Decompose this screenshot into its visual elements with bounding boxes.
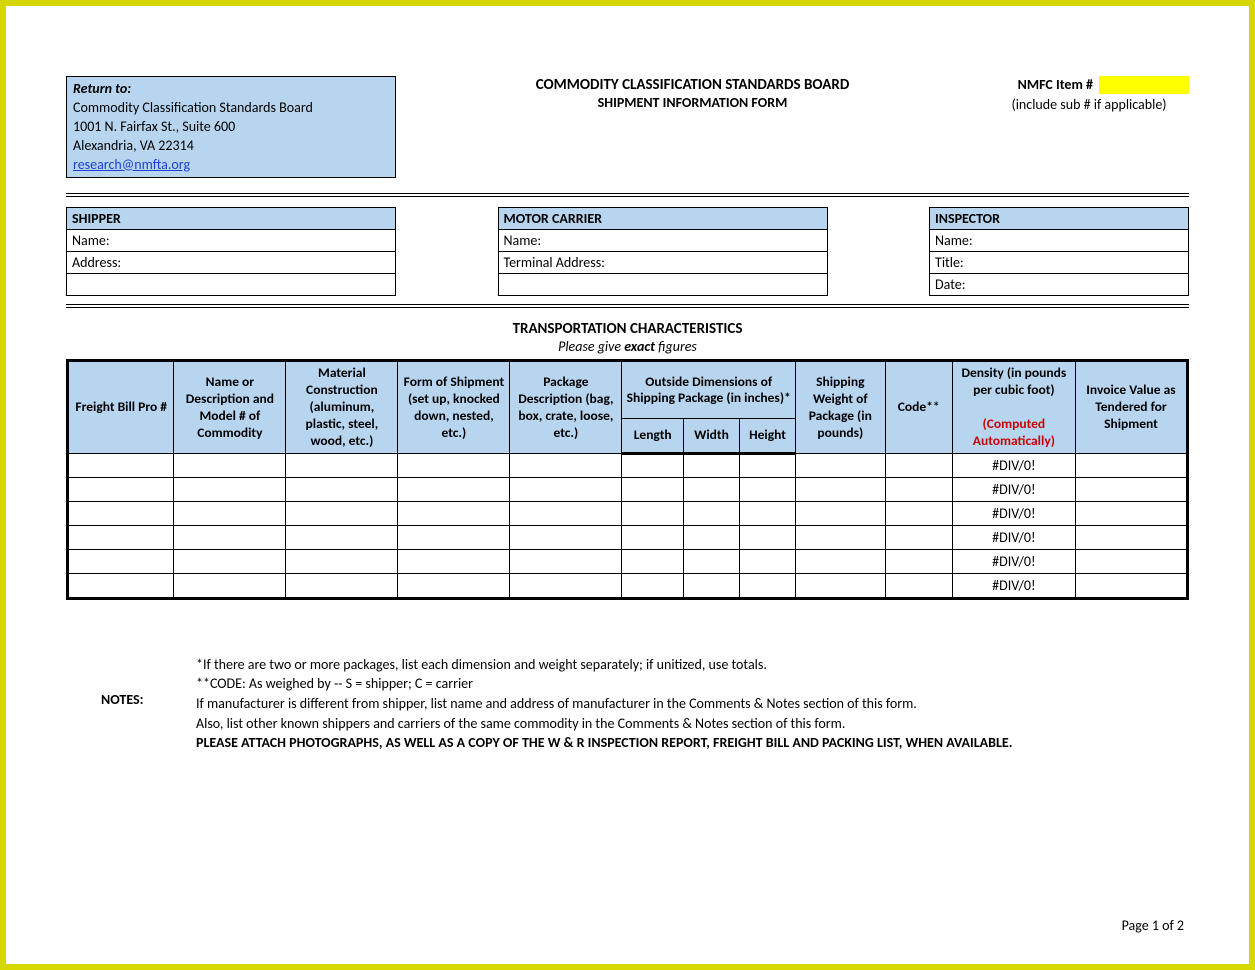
table-row[interactable]: #DIV/0! [68,477,1188,501]
col-length: Length [622,419,684,454]
return-to-box: Return to: Commodity Classification Stan… [66,76,396,178]
sub-suffix: figures [655,338,697,355]
shipper-address[interactable]: Address: [67,252,396,274]
col-density: Density (in pounds per cubic foot) (Comp… [952,361,1075,453]
section-sub: Please give exact figures [66,338,1189,355]
note-4: Also, list other known shippers and carr… [196,714,1189,734]
divider [66,193,1189,197]
note-1: *If there are two or more packages, list… [196,655,1189,675]
density-cell: #DIV/0! [952,573,1075,598]
party-boxes: SHIPPER Name: Address: MOTOR CARRIER Nam… [66,207,1189,296]
nmfc-label: NMFC Item # [1018,76,1093,93]
inspector-name[interactable]: Name: [930,230,1189,252]
carrier-box: MOTOR CARRIER Name: Terminal Address: [498,207,828,296]
return-org: Commodity Classification Standards Board [73,99,389,118]
col-form: Form of Shipment (set up, knocked down, … [398,361,510,453]
col-code: Code** [885,361,952,453]
col-name: Name or Description and Model # of Commo… [174,361,286,453]
col-package: Package Description (bag, box, crate, lo… [510,361,622,453]
table-row[interactable]: #DIV/0! [68,573,1188,598]
characteristics-table: Freight Bill Pro # Name or Description a… [66,359,1189,599]
col-weight: Shipping Weight of Package (in pounds) [795,361,885,453]
col-invoice: Invoice Value as Tendered for Shipment [1075,361,1187,453]
nmfc-item-field[interactable] [1099,76,1189,94]
carrier-name[interactable]: Name: [498,230,827,252]
col-material: Material Construction (aluminum, plastic… [286,361,398,453]
inspector-date[interactable]: Date: [930,274,1189,296]
carrier-blank[interactable] [498,274,827,296]
carrier-address[interactable]: Terminal Address: [498,252,827,274]
document-title: COMMODITY CLASSIFICATION STANDARDS BOARD… [396,76,989,111]
shipper-blank[interactable] [67,274,396,296]
title-line1: COMMODITY CLASSIFICATION STANDARDS BOARD [406,76,979,94]
note-2: **CODE: As weighed by -- S = shipper; C … [196,674,1189,694]
return-email-link[interactable]: research@nmfta.org [73,156,190,173]
shipper-name[interactable]: Name: [67,230,396,252]
inspector-header: INSPECTOR [930,208,1189,230]
nmfc-block: NMFC Item # (include sub # if applicable… [989,76,1189,113]
density-cell: #DIV/0! [952,501,1075,525]
table-row[interactable]: #DIV/0! [68,453,1188,477]
sub-exact: exact [624,338,655,355]
shipper-header: SHIPPER [67,208,396,230]
density-cell: #DIV/0! [952,477,1075,501]
carrier-header: MOTOR CARRIER [498,208,827,230]
density-cell: #DIV/0! [952,453,1075,477]
density-cell: #DIV/0! [952,525,1075,549]
sub-prefix: Please give [558,338,624,355]
col-outside: Outside Dimensions of Shipping Package (… [622,361,796,419]
shipper-box: SHIPPER Name: Address: [66,207,396,296]
note-3: If manufacturer is different from shippe… [196,694,1189,714]
table-row[interactable]: #DIV/0! [68,549,1188,573]
title-line2: SHIPMENT INFORMATION FORM [406,94,979,111]
section-title: TRANSPORTATION CHARACTERISTICS [66,320,1189,338]
notes-label: NOTES: [66,655,196,753]
col-freight: Freight Bill Pro # [68,361,174,453]
header-row: Return to: Commodity Classification Stan… [66,76,1189,178]
notes-block: NOTES: *If there are two or more package… [66,655,1189,753]
divider-2 [66,304,1189,308]
density-cell: #DIV/0! [952,549,1075,573]
table-row[interactable]: #DIV/0! [68,501,1188,525]
inspector-title[interactable]: Title: [930,252,1189,274]
col-width: Width [683,419,739,454]
table-row[interactable]: #DIV/0! [68,525,1188,549]
col-height: Height [739,419,795,454]
return-label: Return to: [73,80,131,97]
page-number: Page 1 of 2 [1122,917,1184,934]
density-red: (Computed Automatically) [973,415,1055,449]
return-addr2: Alexandria, VA 22314 [73,137,389,156]
nmfc-sub: (include sub # if applicable) [989,96,1189,113]
inspector-box: INSPECTOR Name: Title: Date: [929,207,1189,296]
note-5: PLEASE ATTACH PHOTOGRAPHS, AS WELL AS A … [196,733,1189,753]
return-addr1: 1001 N. Fairfax St., Suite 600 [73,118,389,137]
density-top: Density (in pounds per cubic foot) [961,364,1066,398]
